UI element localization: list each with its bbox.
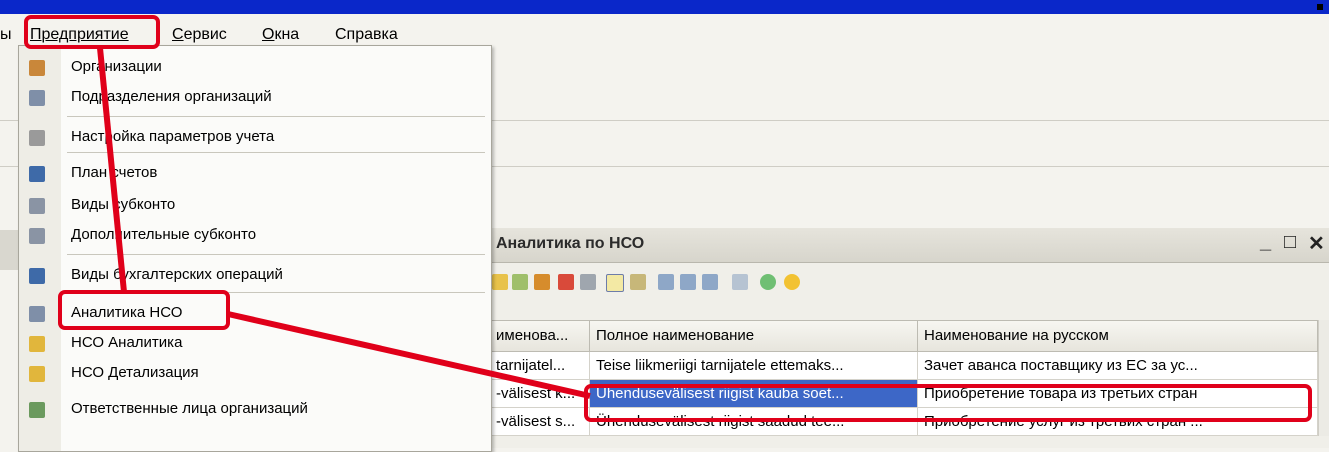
table-icon: [29, 306, 45, 322]
column-header[interactable]: Полное наименование: [590, 320, 918, 352]
menu-prefix: ы: [0, 26, 12, 43]
menu-service-mnemonic: С: [172, 26, 184, 43]
save-icon[interactable]: [580, 274, 596, 290]
hierarchy-icon[interactable]: [606, 274, 624, 292]
menu-item[interactable]: Виды бухгалтерских операций: [19, 262, 489, 290]
table-cell[interactable]: tarnijatel...: [490, 352, 590, 380]
menu-windows[interactable]: Окна: [262, 24, 299, 46]
enterprise-menu: Организации Подразделения организаций Наст…: [18, 45, 492, 452]
chart-of-accounts-icon: [29, 166, 45, 182]
menu-item-label: Организации: [71, 58, 162, 75]
operations-icon: [29, 268, 45, 284]
menu-separator: [67, 116, 485, 117]
menu-item-label: Ответственные лица организаций: [71, 400, 308, 417]
toolbar: [490, 264, 1329, 298]
menu-windows-mnemonic: О: [262, 26, 275, 43]
menu-item[interactable]: Подразделения организаций: [19, 84, 489, 112]
menu-service[interactable]: Сервис: [172, 24, 227, 46]
delete-icon[interactable]: [558, 274, 574, 290]
table-cell[interactable]: Teise liikmeriigi tarnijatele ettemaks..…: [590, 352, 918, 380]
highlight-analytics-item: [58, 290, 230, 330]
clear-filter-icon[interactable]: [732, 274, 748, 290]
edit-icon[interactable]: [534, 274, 550, 290]
menu-windows-label: кна: [274, 26, 300, 43]
table-cell[interactable]: -välisest s...: [490, 408, 590, 436]
menu-item[interactable]: Дополнительные субконто: [19, 222, 489, 250]
scrollbar[interactable]: [1318, 320, 1329, 436]
menu-separator: [67, 254, 485, 255]
menu-item-label: План счетов: [71, 164, 158, 181]
document-icon: [29, 336, 45, 352]
menu-item-label: Дополнительные субконто: [71, 226, 257, 243]
add-icon[interactable]: [492, 274, 508, 290]
menu-item[interactable]: НСО Детализация: [19, 360, 489, 388]
menu-item-label: НСО Детализация: [71, 364, 199, 381]
organization-icon: [29, 60, 45, 76]
menu-item-label: Виды бухгалтерских операций: [71, 266, 283, 283]
filter-history-icon[interactable]: [702, 274, 718, 290]
column-header[interactable]: Наименование на русском: [918, 320, 1318, 352]
menu-item[interactable]: Организации: [19, 54, 489, 82]
menu-item[interactable]: Виды субконто: [19, 192, 489, 220]
highlight-table-row: [584, 384, 1312, 422]
menu-item-label: Подразделения организаций: [71, 88, 272, 105]
table-cell[interactable]: -välisest k...: [490, 380, 590, 408]
copy-icon[interactable]: [512, 274, 528, 290]
grid-icon: [29, 402, 45, 418]
menu-item[interactable]: НСО Аналитика: [19, 330, 489, 358]
minimize-button[interactable]: _: [1260, 231, 1271, 254]
filter-icon[interactable]: [658, 274, 674, 290]
window-titlebar: Аналитика по НСО _ □ ✕: [490, 228, 1329, 263]
level-up-icon[interactable]: [630, 274, 646, 290]
menu-item-label: Настройка параметров учета: [71, 128, 275, 145]
column-header[interactable]: именова...: [490, 320, 590, 352]
menu-separator: [67, 152, 485, 153]
list-icon: [29, 228, 45, 244]
menu-item-label: Виды субконто: [71, 196, 176, 213]
list-icon: [29, 198, 45, 214]
table-icon: [29, 90, 45, 106]
title-bar-corner: [1317, 4, 1323, 10]
window-title: Аналитика по НСО: [496, 235, 645, 252]
menu-item[interactable]: План счетов: [19, 160, 489, 188]
table-cell[interactable]: Зачет аванса поставщику из ЕС за ус...: [918, 352, 1318, 380]
menu-item-label: НСО Аналитика: [71, 334, 183, 351]
gear-icon: [29, 130, 45, 146]
menu-item[interactable]: Настройка параметров учета: [19, 124, 489, 152]
document-icon: [29, 366, 45, 382]
filter-by-value-icon[interactable]: [680, 274, 696, 290]
menu-service-label: ервис: [183, 26, 227, 43]
help-icon[interactable]: [784, 274, 800, 290]
title-bar: [0, 0, 1329, 14]
highlight-enterprise-menu: [24, 15, 160, 49]
close-button[interactable]: ✕: [1308, 231, 1325, 256]
refresh-icon[interactable]: [760, 274, 776, 290]
menu-item[interactable]: Ответственные лица организаций: [19, 396, 489, 424]
menu-help[interactable]: Справка: [335, 24, 398, 46]
maximize-button[interactable]: □: [1284, 231, 1296, 254]
